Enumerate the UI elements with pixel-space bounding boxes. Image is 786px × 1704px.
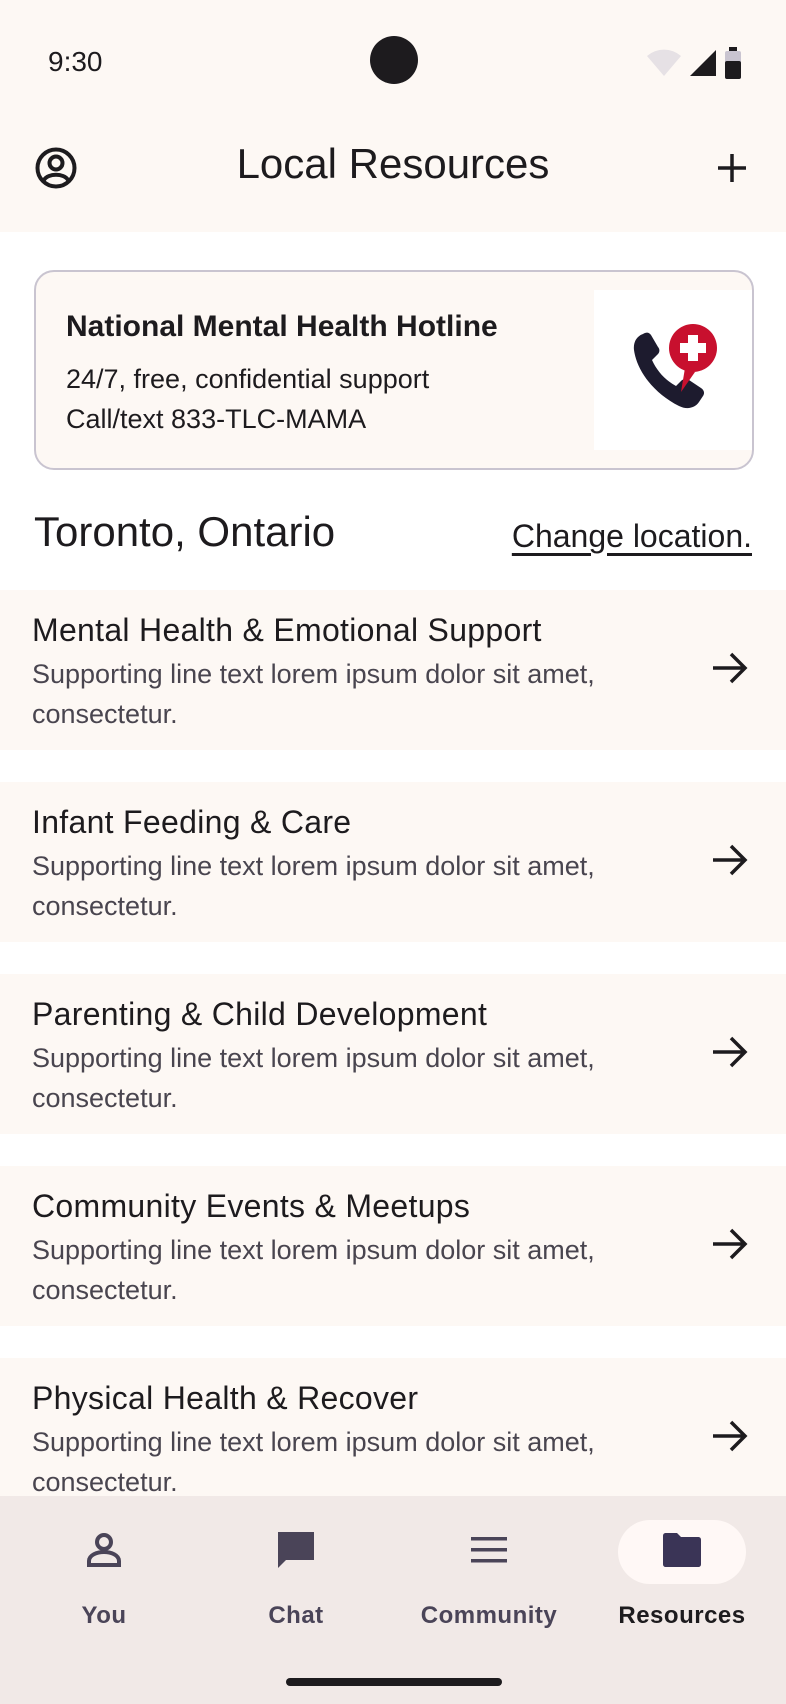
- menu-icon: [469, 1535, 509, 1570]
- page-title: Local Resources: [236, 140, 550, 187]
- arrow-right-icon: [706, 1220, 754, 1268]
- status-bar: 9:30: [0, 0, 786, 118]
- list-item[interactable]: Parenting & Child Development Supporting…: [0, 974, 786, 1134]
- list-item[interactable]: Community Events & Meetups Supporting li…: [0, 1166, 786, 1326]
- top-app-bar: Local Resources: [0, 118, 786, 232]
- hotline-phone: Call/text 833-TLC-MAMA: [66, 404, 367, 434]
- nav-pill: [40, 1520, 168, 1584]
- home-indicator[interactable]: [286, 1678, 502, 1686]
- list-item[interactable]: Infant Feeding & Care Supporting line te…: [0, 782, 786, 942]
- list-item-title: Physical Health & Recover: [32, 1380, 419, 1416]
- arrow-right-icon: [706, 644, 754, 692]
- nav-pill: [232, 1520, 360, 1584]
- nav-label: Community: [420, 1602, 558, 1629]
- list-item[interactable]: Mental Health & Emotional Support Suppor…: [0, 590, 786, 750]
- location-title: Toronto, Ontario: [34, 508, 336, 555]
- nav-item-community[interactable]: Community: [391, 1520, 587, 1640]
- arrow-right-icon: [706, 1412, 754, 1460]
- list-item-title: Parenting & Child Development: [32, 996, 488, 1032]
- nav-item-resources[interactable]: Resources: [584, 1520, 780, 1640]
- list-item-supporting-text: Supporting line text lorem ipsum dolor s…: [32, 659, 595, 729]
- phone-medical-icon: [625, 320, 721, 421]
- bottom-navigation: You Chat Community Resources: [0, 1496, 786, 1704]
- arrow-right-icon: [706, 1028, 754, 1076]
- list-item-title: Infant Feeding & Care: [32, 804, 352, 840]
- nav-item-you[interactable]: You: [6, 1520, 202, 1640]
- list-item-supporting-text: Supporting line text lorem ipsum dolor s…: [32, 1427, 595, 1497]
- nav-pill: [425, 1520, 553, 1584]
- arrow-right-icon: [706, 836, 754, 884]
- status-icons: [646, 46, 742, 84]
- hotline-image: [594, 290, 752, 450]
- status-time: 9:30: [48, 46, 103, 77]
- nav-pill-active: [618, 1520, 746, 1584]
- list-item-supporting-text: Supporting line text lorem ipsum dolor s…: [32, 1235, 595, 1305]
- change-location-link[interactable]: Change location.: [512, 518, 752, 555]
- nav-item-chat[interactable]: Chat: [198, 1520, 394, 1640]
- person-icon: [85, 1531, 123, 1574]
- list-item-supporting-text: Supporting line text lorem ipsum dolor s…: [32, 1043, 595, 1113]
- list-item-title: Mental Health & Emotional Support: [32, 612, 542, 648]
- list-item-title: Community Events & Meetups: [32, 1188, 471, 1224]
- nav-label: Resources: [618, 1602, 746, 1629]
- hotline-title: National Mental Health Hotline: [66, 310, 498, 343]
- camera-cutout: [370, 36, 418, 84]
- chat-icon: [275, 1529, 317, 1576]
- add-button[interactable]: [708, 146, 756, 194]
- hotline-description: 24/7, free, confidential support: [66, 364, 430, 394]
- plus-icon: [715, 151, 749, 190]
- folder-icon: [661, 1532, 703, 1573]
- list-item[interactable]: Physical Health & Recover Supporting lin…: [0, 1358, 786, 1518]
- signal-icon: [688, 48, 718, 83]
- wifi-icon: [646, 48, 682, 83]
- nav-label: Chat: [268, 1602, 324, 1629]
- list-item-supporting-text: Supporting line text lorem ipsum dolor s…: [32, 851, 595, 921]
- battery-icon: [724, 46, 742, 84]
- nav-label: You: [81, 1602, 127, 1629]
- hotline-card[interactable]: National Mental Health Hotline 24/7, fre…: [34, 270, 754, 470]
